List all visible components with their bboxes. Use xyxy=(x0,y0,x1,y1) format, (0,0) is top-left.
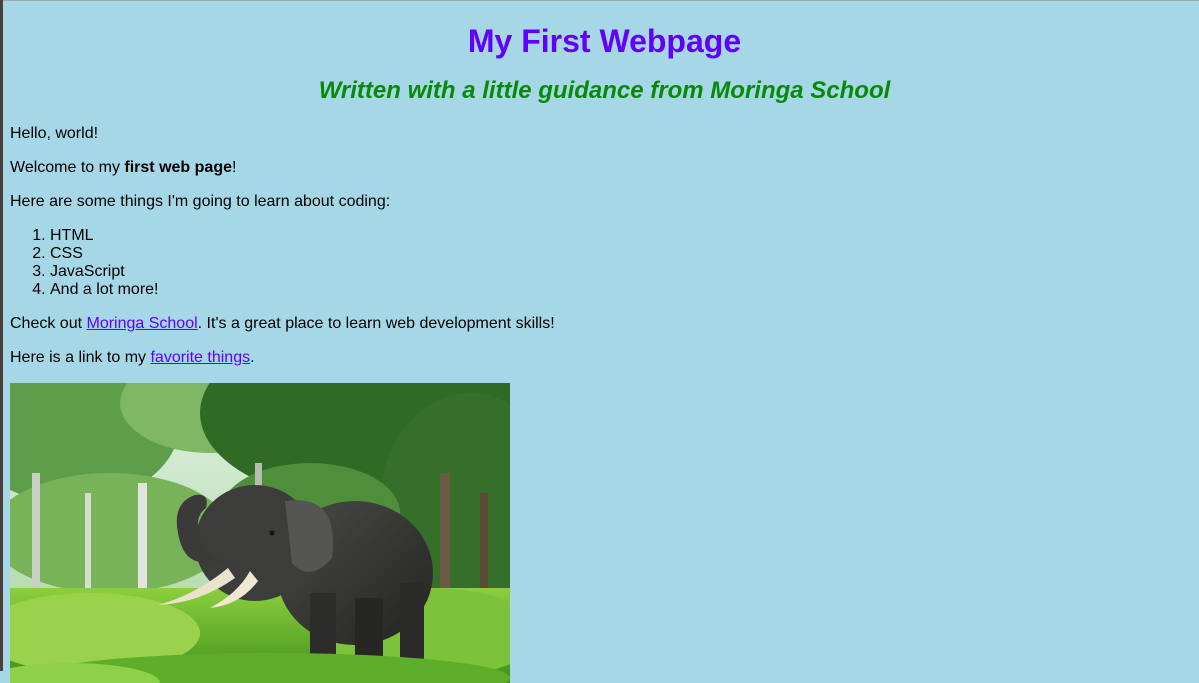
favorite-things-link[interactable]: favorite things xyxy=(150,349,250,366)
welcome-text: Welcome to my first web page! xyxy=(10,159,1199,177)
welcome-prefix: Welcome to my xyxy=(10,159,125,176)
learn-intro: Here are some things I'm going to learn … xyxy=(10,193,391,210)
check-prefix: Check out xyxy=(10,315,87,332)
favorite-things-text: Here is a link to my favorite things. xyxy=(10,349,1199,367)
hello-text: Hello, world! xyxy=(10,125,99,142)
learn-list: HTML CSS JavaScript And a lot more! xyxy=(10,227,1199,299)
page-content: My First Webpage Written with a little g… xyxy=(10,0,1199,683)
fav-prefix: Here is a link to my xyxy=(10,349,151,366)
welcome-bold: first web page xyxy=(124,159,232,176)
check-suffix: . It's a great place to learn web develo… xyxy=(197,315,555,332)
welcome-suffix: ! xyxy=(231,159,237,176)
window-left-edge xyxy=(0,0,3,671)
list-item: HTML xyxy=(50,227,1199,245)
elephant-photo xyxy=(10,383,510,683)
page-title: My First Webpage xyxy=(467,23,742,59)
list-item: And a lot more! xyxy=(50,281,1199,299)
fav-suffix: . xyxy=(250,349,255,366)
check-out-text: Check out Moringa School. It's a great p… xyxy=(10,315,1199,333)
list-item: CSS xyxy=(50,245,1199,263)
list-item: JavaScript xyxy=(50,263,1199,281)
page-subtitle: Written with a little guidance from Mori… xyxy=(318,77,891,104)
moringa-school-link[interactable]: Moringa School xyxy=(86,315,197,332)
